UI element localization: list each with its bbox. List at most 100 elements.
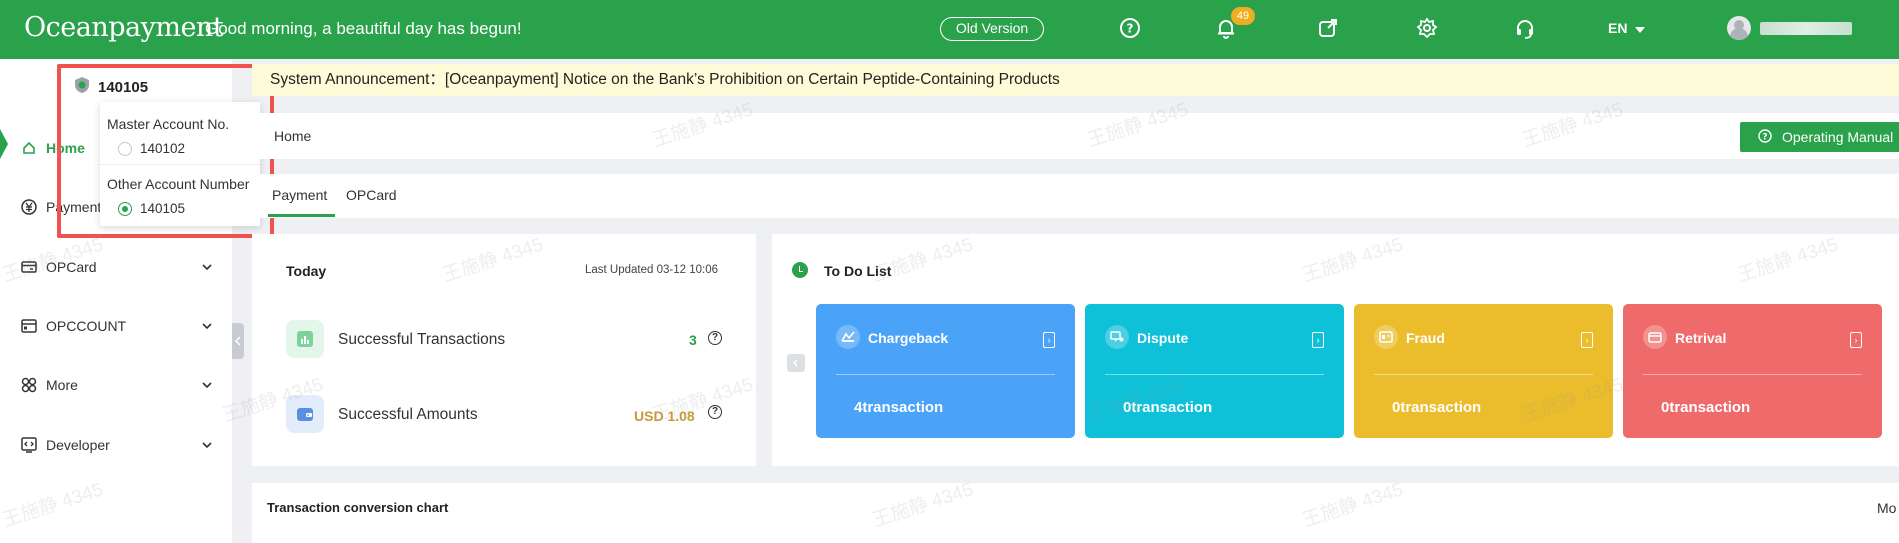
user-avatar[interactable] — [1727, 16, 1751, 40]
successful-transactions-label: Successful Transactions — [338, 331, 506, 348]
chevron-down-icon — [200, 378, 214, 392]
current-account-number: 140105 — [98, 78, 149, 96]
chevron-down-icon — [200, 319, 214, 333]
help-circle-icon: ? — [1758, 128, 1772, 146]
sidebar-item-more[interactable]: More — [0, 365, 232, 405]
master-account-label: Master Account No. — [107, 116, 230, 132]
sidebar-item-opcard[interactable]: OPCard — [0, 247, 232, 287]
chart-section-title: Transaction conversion chart — [267, 500, 449, 515]
sidebar-item-label: OPCCOUNT — [46, 318, 127, 334]
settings-gear-icon[interactable] — [1415, 16, 1439, 40]
todo-tile-fraud[interactable]: Fraud › 0transaction — [1354, 304, 1613, 438]
chevron-down-icon — [200, 260, 214, 274]
tile-divider — [1105, 374, 1324, 375]
sidebar-item-label: Developer — [46, 437, 110, 453]
successful-transactions-value: 3 — [689, 332, 697, 348]
svg-text:?: ? — [1762, 132, 1767, 142]
more-link[interactable]: Mo — [1877, 500, 1896, 516]
account-option-label: 140102 — [140, 141, 186, 156]
account-option-other[interactable]: 140105 — [118, 201, 185, 216]
dispute-icon — [1105, 325, 1129, 349]
payment-icon — [20, 198, 38, 216]
account-option-label: 140105 — [140, 201, 186, 216]
successful-amounts-value: USD 1.08 — [634, 408, 695, 424]
radio-unselected[interactable] — [118, 141, 132, 156]
breadcrumb-bar: Home ? Operating Manual — [252, 113, 1899, 159]
username-redacted[interactable] — [1760, 22, 1852, 35]
sidebar-item-label: Home — [46, 140, 85, 156]
tile-title: Chargeback — [868, 330, 949, 346]
wallet-icon — [286, 395, 324, 433]
tile-divider — [1643, 374, 1862, 375]
home-icon — [20, 139, 38, 157]
carousel-prev-button[interactable] — [787, 354, 805, 372]
arrow-left-icon — [792, 359, 798, 367]
language-selector[interactable]: EN — [1608, 20, 1646, 36]
transaction-conversion-card: Transaction conversion chart Mo — [252, 483, 1899, 543]
enter-icon: › — [1581, 332, 1593, 348]
todo-tile-dispute[interactable]: Dispute › 0transaction — [1085, 304, 1344, 438]
sidebar-item-developer[interactable]: Developer — [0, 425, 232, 465]
system-announcement[interactable]: System Announcement：[Oceanpayment] Notic… — [252, 64, 1899, 96]
tile-count: 0transaction — [1661, 399, 1751, 416]
sidebar-collapse-handle[interactable] — [232, 323, 244, 359]
account-icon — [20, 317, 38, 335]
sidebar-item-label: OPCard — [46, 259, 97, 275]
radio-selected[interactable] — [118, 201, 132, 216]
enter-icon: › — [1850, 332, 1862, 348]
tile-divider — [836, 374, 1055, 375]
greeting-text: Good morning, a beautiful day has begun! — [205, 19, 522, 38]
oceanpayment-logo[interactable]: Oceanpayment — [24, 12, 224, 43]
account-option-master[interactable]: 140102 — [118, 141, 185, 156]
breadcrumb: Home — [274, 128, 312, 144]
chargeback-icon — [836, 325, 860, 349]
todo-tile-retrival[interactable]: Retrival › 0transaction — [1623, 304, 1882, 438]
today-summary-card: Today Last Updated 03-12 10:06 Successfu… — [252, 234, 756, 466]
help-icon[interactable]: ? — [708, 405, 722, 419]
code-icon — [20, 436, 38, 454]
enter-icon: › — [1312, 332, 1324, 348]
tab-payment[interactable]: Payment — [267, 187, 336, 217]
chevron-down-icon — [200, 438, 214, 452]
tile-title: Dispute — [1137, 330, 1189, 346]
notification-count-badge: 49 — [1231, 7, 1255, 25]
top-navigation-bar: Oceanpayment Good morning, a beautiful d… — [0, 0, 1899, 59]
check-circle-icon — [792, 262, 808, 278]
todo-list-card: To Do List Chargeback › 4transaction Dis… — [772, 234, 1899, 466]
tab-bar: Payment OPCard — [252, 174, 1899, 218]
other-account-label: Other Account Number — [107, 176, 250, 192]
tile-divider — [1374, 374, 1593, 375]
grid-icon — [20, 376, 38, 394]
old-version-button[interactable]: Old Version — [940, 17, 1044, 41]
tile-count: 4transaction — [854, 399, 944, 416]
external-link-icon[interactable] — [1316, 16, 1340, 40]
language-label: EN — [1608, 20, 1628, 36]
tile-title: Retrival — [1675, 330, 1727, 346]
svg-text:?: ? — [1127, 22, 1134, 36]
tile-count: 0transaction — [1392, 399, 1482, 416]
todo-title: To Do List — [824, 263, 892, 279]
help-icon[interactable]: ? — [1118, 16, 1142, 40]
operating-manual-button[interactable]: ? Operating Manual — [1740, 122, 1899, 152]
caret-down-icon — [1635, 20, 1646, 36]
account-status-icon — [74, 76, 90, 98]
dropdown-divider — [100, 164, 260, 165]
transactions-chart-icon — [286, 320, 324, 358]
tab-opcard[interactable]: OPCard — [346, 187, 397, 203]
card-icon — [20, 258, 38, 276]
successful-amounts-label: Successful Amounts — [338, 406, 478, 423]
fraud-icon — [1374, 325, 1398, 349]
sidebar-item-opccount[interactable]: OPCCOUNT — [0, 306, 232, 346]
headset-support-icon[interactable] — [1513, 16, 1537, 40]
account-selector[interactable]: 140105 — [74, 76, 148, 98]
tile-count: 0transaction — [1123, 399, 1213, 416]
operating-manual-label: Operating Manual — [1782, 129, 1894, 145]
chevron-left-icon — [235, 336, 241, 346]
tile-title: Fraud — [1406, 330, 1445, 346]
today-title: Today — [286, 263, 327, 279]
todo-tile-chargeback[interactable]: Chargeback › 4transaction — [816, 304, 1075, 438]
help-icon[interactable]: ? — [708, 331, 722, 345]
enter-icon: › — [1043, 332, 1055, 348]
sidebar-item-label: More — [46, 377, 78, 393]
sidebar-item-label: Payment — [46, 199, 102, 215]
